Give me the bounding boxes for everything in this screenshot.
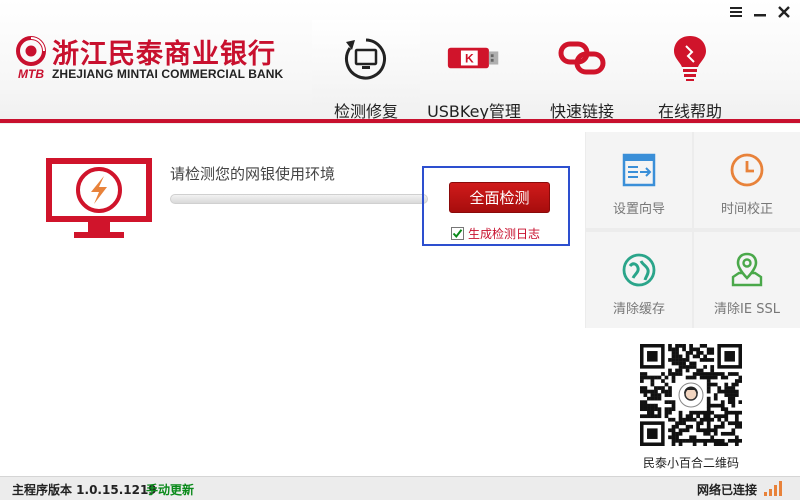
nav-item-usbkey[interactable]: K USBKey管理: [420, 20, 528, 121]
tools-grid: 设置向导 时间校正 清除缓存 清除IE SSL: [585, 132, 800, 328]
tool-setup-wizard[interactable]: 设置向导: [586, 132, 692, 228]
close-icon[interactable]: [776, 4, 792, 20]
monitor-repair-icon: [338, 34, 394, 82]
network-status: 网络已连接: [697, 483, 758, 497]
tool-label: 清除缓存: [612, 302, 665, 317]
tool-label: 时间校正: [720, 202, 773, 217]
nav-item-quick-links[interactable]: 快速链接: [528, 20, 636, 121]
minimize-icon[interactable]: [752, 4, 768, 20]
lightbulb-icon: [662, 34, 718, 82]
tool-label: 设置向导: [612, 202, 665, 217]
clock-icon: [727, 150, 767, 190]
clear-cache-icon: [619, 250, 659, 290]
tool-label: 清除IE SSL: [714, 302, 780, 317]
tool-clear-cache[interactable]: 清除缓存: [586, 232, 692, 328]
detect-prompt: 请检测您的网银使用环境: [170, 165, 336, 183]
header: 浙江民泰商业银行 MTB ZHEJIANG MINTAI COMMERCIAL …: [0, 0, 800, 124]
signal-strength-icon: [764, 481, 782, 496]
tool-time-correction[interactable]: 时间校正: [694, 132, 800, 228]
header-divider: [0, 119, 800, 123]
version-label: 主程序版本 1.0.15.1219: [12, 483, 157, 497]
manual-update-link[interactable]: 手动更新: [146, 481, 194, 498]
bank-logo: 浙江民泰商业银行 MTB ZHEJIANG MINTAI COMMERCIAL …: [16, 34, 306, 84]
map-pin-icon: [727, 250, 767, 290]
bank-logo-icon: [16, 36, 46, 66]
detect-progress-bar: [170, 194, 428, 204]
bank-name-en: ZHEJIANG MINTAI COMMERCIAL BANK: [52, 67, 284, 81]
window-controls: [728, 4, 792, 20]
generate-log-option[interactable]: 生成检测日志: [451, 225, 540, 242]
nav-item-detect-repair[interactable]: 检测修复: [312, 20, 420, 121]
link-icon: [554, 34, 610, 82]
qr-code: [640, 344, 742, 446]
nav-item-online-help[interactable]: 在线帮助: [636, 20, 744, 121]
qr-caption: 民泰小百合二维码: [642, 456, 739, 470]
status-bar: 主程序版本 1.0.15.1219 手动更新 网络已连接: [0, 476, 800, 500]
generate-log-label: 生成检测日志: [468, 227, 541, 241]
menu-icon[interactable]: [728, 4, 744, 20]
main-nav: 检测修复 K USBKey管理 快速链接 在线帮助: [312, 20, 744, 121]
tool-clear-ie-ssl[interactable]: 清除IE SSL: [694, 232, 800, 328]
setup-wizard-icon: [619, 150, 659, 190]
monitor-alert-icon: [46, 158, 152, 238]
usb-key-icon: K: [446, 34, 502, 82]
svg-text:K: K: [465, 52, 474, 66]
bank-name-cn: 浙江民泰商业银行: [52, 39, 276, 70]
full-detect-button[interactable]: 全面检测: [449, 182, 550, 213]
bank-abbr: MTB: [18, 67, 44, 81]
generate-log-checkbox[interactable]: [451, 227, 464, 240]
